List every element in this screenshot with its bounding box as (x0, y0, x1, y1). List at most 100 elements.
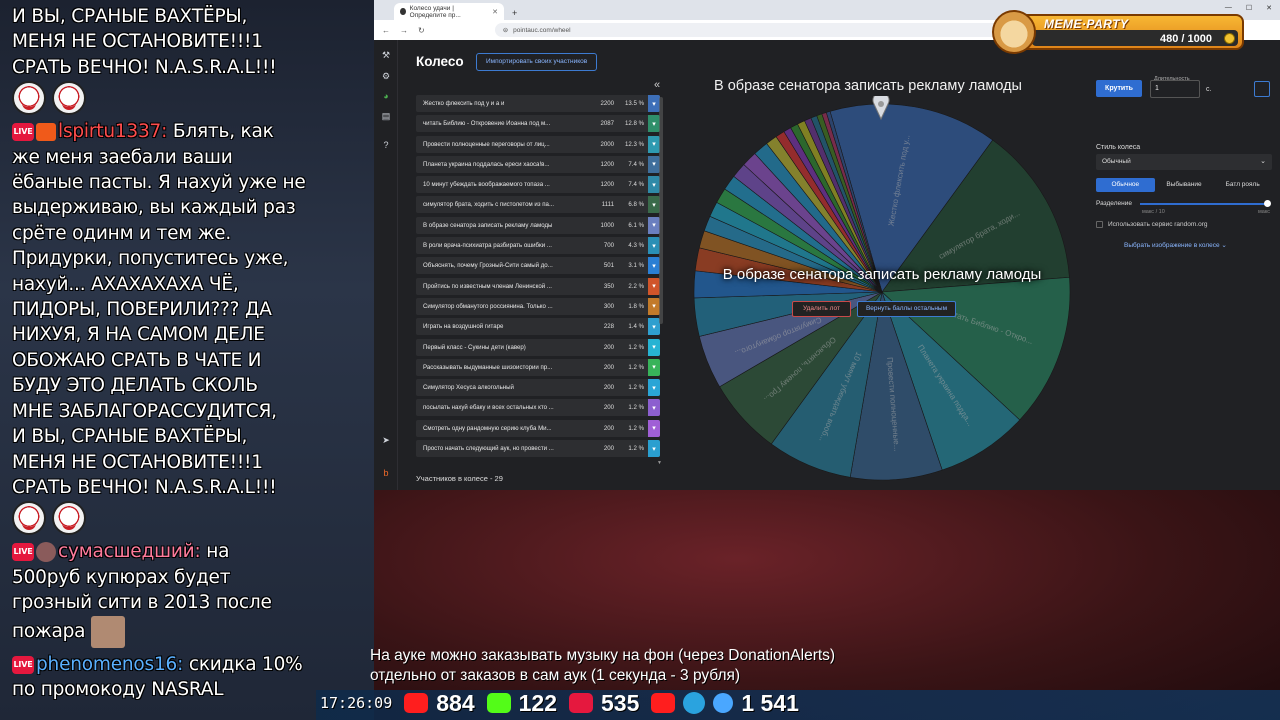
lot-amount[interactable]: 200 (578, 445, 614, 452)
random-org-option[interactable]: Использовать сервис random.org (1096, 221, 1208, 228)
reload-icon[interactable]: ↻ (418, 26, 425, 35)
telegram-icon (683, 692, 706, 714)
return-points-button[interactable]: Вернуть баллы остальным (856, 301, 957, 317)
wheel-icon[interactable]: ◕ (381, 91, 391, 101)
lot-amount[interactable]: 200 (578, 404, 614, 411)
lot-amount[interactable]: 700 (578, 242, 614, 249)
lot-color-toggle-icon[interactable]: ▾ (648, 358, 660, 376)
history-icon[interactable]: ▤ (381, 111, 391, 121)
lot-row[interactable]: Объяснять, почему Грозный-Сити самый до.… (416, 257, 660, 275)
lot-amount[interactable]: 2000 (578, 141, 614, 148)
import-participants-button[interactable]: Импортировать своих участников (476, 53, 598, 71)
lot-row[interactable]: Играть на воздушной гитаре 228 1.4 % ▾ (416, 318, 660, 336)
lot-color-toggle-icon[interactable]: ▾ (648, 440, 660, 458)
chat-line: срёте одинм и тем же. (12, 222, 232, 244)
lot-amount[interactable]: 200 (578, 425, 614, 432)
url-field[interactable]: ⊜ pointauc.com/wheel (494, 23, 1015, 37)
lot-row[interactable]: Просто начать следующий аук, но провести… (416, 440, 660, 458)
wheel-style-select[interactable]: Обычный ⌄ (1096, 154, 1272, 170)
back-icon[interactable]: ← (382, 26, 390, 35)
close-tab-icon[interactable]: ✕ (492, 8, 498, 16)
lot-row[interactable]: симулятор брата, ходить с пистолетом из … (416, 196, 660, 214)
clown-emote-icon (12, 501, 46, 536)
lot-percent: 6.8 % (628, 201, 644, 209)
browser-tab[interactable]: Колесо удачи | Определите пр... ✕ (394, 3, 504, 20)
minimize-icon[interactable]: — (1225, 4, 1232, 12)
wheel[interactable]: Жестко флексить под у...симулятор брата,… (690, 100, 1074, 484)
tab-battle-royale[interactable]: Батл рояль (1213, 178, 1272, 192)
lot-amount[interactable]: 501 (578, 262, 614, 269)
chat-username[interactable]: phenomenos16 (36, 654, 177, 675)
lot-amount[interactable]: 228 (578, 323, 614, 330)
forward-icon[interactable]: → (400, 26, 408, 35)
lot-amount[interactable]: 2200 (578, 100, 614, 107)
tab-elimination[interactable]: Выбывание (1155, 178, 1214, 192)
lot-percent: 6.1 % (628, 221, 644, 229)
lot-row[interactable]: Провести полноценные переговоры от лиц..… (416, 135, 660, 153)
random-org-checkbox[interactable] (1096, 221, 1103, 228)
wheel-style-value: Обычный (1102, 158, 1131, 165)
wheel-mode-tabs: Обычное Выбывание Батл рояль (1096, 178, 1272, 192)
participants-count: Участников в колесе - 29 (416, 474, 503, 483)
lot-color-toggle-icon[interactable]: ▾ (648, 338, 660, 356)
lot-row[interactable]: Жестко флексить под у и а и 2200 13.5 % ▾ (416, 95, 660, 112)
lot-row[interactable]: Планета украина поддалась ереси хаоса!в.… (416, 155, 660, 173)
split-slider-thumb[interactable] (1264, 200, 1271, 207)
lot-amount[interactable]: 1111 (578, 201, 614, 208)
lot-amount[interactable]: 200 (578, 364, 614, 371)
random-org-label: Использовать сервис random.org (1108, 221, 1208, 228)
auction-hammer-icon[interactable]: ⚒ (381, 50, 391, 60)
telegram-icon[interactable]: ➤ (381, 435, 391, 445)
lot-row[interactable]: В образе сенатора записать рекламу ламод… (416, 216, 660, 234)
image-settings-icon[interactable] (1254, 81, 1270, 97)
spin-button[interactable]: Крутить (1096, 80, 1142, 97)
duration-input[interactable]: 1 (1150, 80, 1200, 98)
maximize-icon[interactable]: ☐ (1246, 4, 1252, 12)
tab-normal[interactable]: Обычное (1096, 178, 1155, 192)
lot-row[interactable]: посылать нахуй ебаку и всех остальных кт… (416, 399, 660, 417)
lot-color-toggle-icon[interactable]: ▾ (648, 379, 660, 397)
gear-icon[interactable]: ⚙ (381, 71, 391, 81)
total-viewers: 1 541 (741, 689, 799, 716)
split-slider-track[interactable] (1140, 203, 1268, 205)
collapse-panel-icon[interactable]: « (654, 79, 660, 91)
boosty-icon[interactable]: b (381, 468, 391, 478)
lot-color-toggle-icon[interactable]: ▾ (648, 419, 660, 437)
lot-percent: 13.5 % (625, 100, 644, 107)
lot-list-scrollbar[interactable] (659, 97, 663, 324)
lot-row[interactable]: Первый класс - Сукины дети (кавер) 200 1.2… (416, 338, 660, 356)
lot-row[interactable]: Рассказывать выдуманные шизоистории пр..… (416, 358, 660, 376)
lot-amount[interactable]: 1000 (578, 222, 614, 229)
lot-amount[interactable]: 1200 (578, 181, 614, 188)
lot-row[interactable]: 10 минут убеждать воображаемого топаза .… (416, 176, 660, 194)
lot-color-toggle-icon[interactable]: ▾ (648, 399, 660, 417)
chat-line: МЕНЯ НЕ ОСТАНОВИТЕ!!!1 (12, 451, 263, 473)
lot-amount[interactable]: 300 (578, 303, 614, 310)
chat-username[interactable]: сумасшедший (58, 541, 195, 562)
chat-username[interactable]: lspirtu1337 (58, 121, 161, 142)
lot-row[interactable]: Симулятор обманутого россиянина. Только … (416, 297, 660, 315)
help-icon[interactable]: ? (381, 140, 391, 150)
lot-row[interactable]: Смотреть одну рандомную серию клуба Ми..… (416, 419, 660, 437)
scroll-down-icon[interactable]: ▼ (657, 460, 662, 466)
lot-amount[interactable]: 200 (578, 384, 614, 391)
chat-text: скидка 10% (188, 653, 303, 675)
lot-row[interactable]: Пройтись по известным членам Ленинской .… (416, 277, 660, 295)
lot-row[interactable]: читать Библию - Откровение Иоанна под м.… (416, 115, 660, 133)
new-tab-icon[interactable]: + (512, 8, 517, 18)
lot-amount[interactable]: 350 (578, 283, 614, 290)
lot-amount[interactable]: 1200 (578, 161, 614, 168)
close-window-icon[interactable]: ✕ (1266, 4, 1272, 12)
site-info-icon[interactable]: ⊜ (503, 26, 508, 34)
chat-line: же меня заебали ваши (12, 146, 233, 168)
choose-wheel-image-link[interactable]: Выбрать изображение в колесе ⌄ (1124, 241, 1227, 249)
lot-amount[interactable]: 200 (578, 344, 614, 351)
chat-line: пожара (12, 615, 364, 648)
lot-amount[interactable]: 2087 (578, 120, 614, 127)
rutube-icon (651, 693, 676, 713)
lot-percent: 4.3 % (628, 242, 644, 250)
lot-row[interactable]: Симулятор Хесуса алкогольный 200 1.2 % ▾ (416, 379, 660, 397)
lot-row[interactable]: В роли врача-психиатра разбирать ошибки … (416, 237, 660, 255)
delete-lot-button[interactable]: Удалить лот (792, 301, 851, 317)
chat-line: СРАТЬ ВЕЧНО! N.A.S.R.A.L!!! (12, 476, 277, 498)
